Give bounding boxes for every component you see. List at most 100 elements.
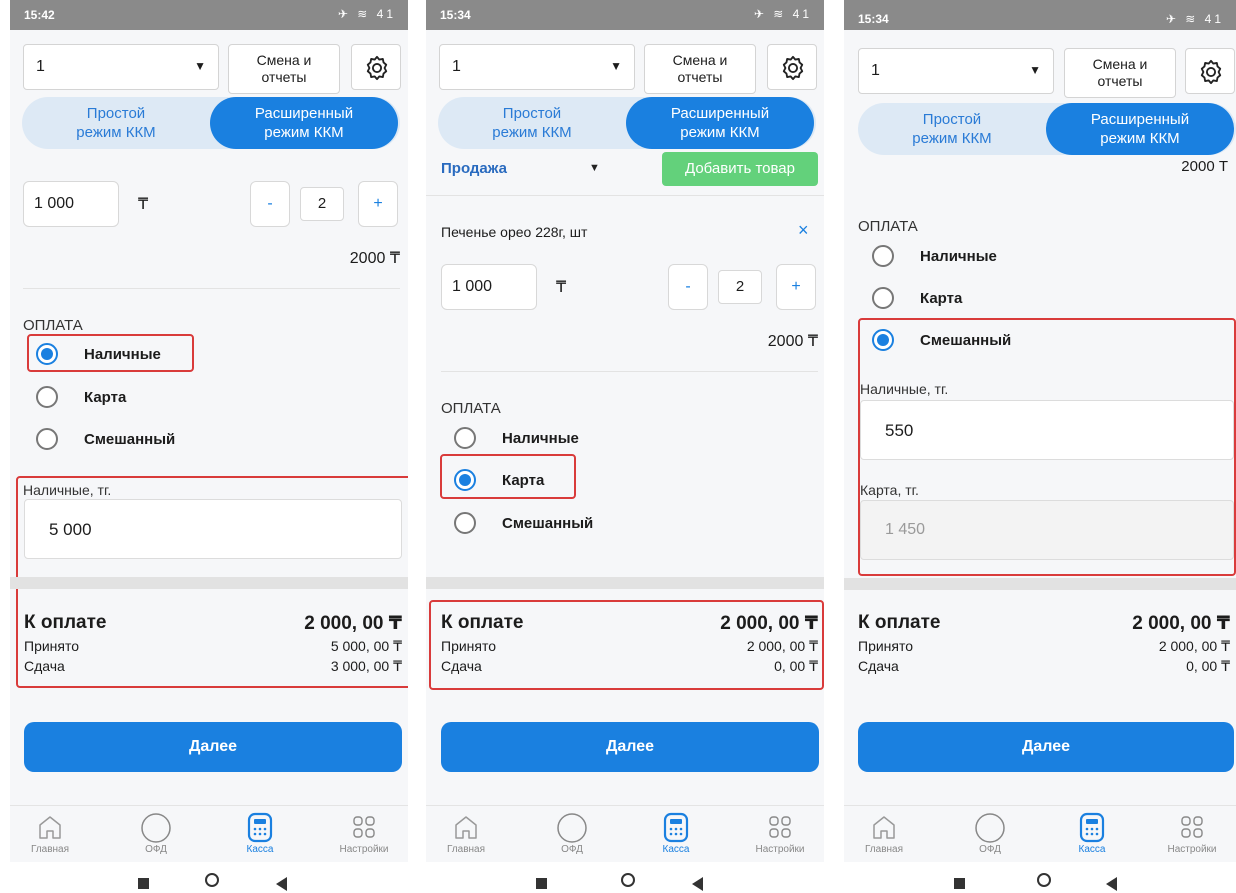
- radio-card[interactable]: Карта: [872, 283, 1072, 317]
- recents-icon[interactable]: [138, 878, 149, 889]
- section-divider: [426, 577, 824, 589]
- qty-value[interactable]: 2: [718, 270, 762, 304]
- cash-input[interactable]: 5 000: [24, 499, 402, 559]
- price-input[interactable]: 1 000: [441, 264, 537, 310]
- home-nav-icon[interactable]: [621, 873, 635, 887]
- android-nav-bar: [426, 862, 824, 893]
- advanced-mode-tab[interactable]: Расширенный режим ККМ: [210, 97, 398, 149]
- shift-label-line1: Смена и: [672, 52, 728, 68]
- kassa-select-value: 1: [452, 58, 461, 75]
- tab-kassa[interactable]: Касса: [636, 812, 716, 855]
- next-button[interactable]: Далее: [441, 722, 819, 772]
- shift-reports-button[interactable]: Смена и отчеты: [1064, 48, 1176, 98]
- kassa-select[interactable]: 1 ▼: [439, 44, 635, 90]
- advanced-mode-line2: режим ККМ: [680, 124, 760, 141]
- settings-button[interactable]: [1185, 48, 1235, 94]
- product-name: Печенье орео 228г, шт: [441, 224, 588, 240]
- home-nav-icon[interactable]: [1037, 873, 1051, 887]
- radio-mixed[interactable]: Смешанный: [454, 508, 654, 542]
- grid-icon: [353, 816, 375, 838]
- gear-icon: [782, 55, 804, 81]
- tab-settings[interactable]: Настройки: [1152, 812, 1232, 855]
- change-label: Сдача: [858, 658, 899, 674]
- settings-button[interactable]: [351, 44, 401, 90]
- tab-settings[interactable]: Настройки: [740, 812, 820, 855]
- shift-reports-button[interactable]: Смена и отчеты: [644, 44, 756, 94]
- tab-kassa[interactable]: Касса: [1052, 812, 1132, 855]
- shift-reports-button[interactable]: Смена и отчеты: [228, 44, 340, 94]
- back-icon[interactable]: [276, 877, 287, 891]
- tab-ofd[interactable]: ОФД: [532, 812, 612, 855]
- to-pay-value: 2 000, 00 ₸: [720, 613, 818, 634]
- radio-cash[interactable]: Наличные: [454, 423, 654, 457]
- advanced-mode-tab[interactable]: Расширенный режим ККМ: [626, 97, 814, 149]
- tab-home[interactable]: Главная: [844, 812, 924, 855]
- add-product-button[interactable]: Добавить товар: [662, 152, 818, 186]
- status-bar: 15:34 ✈ ≋ 41: [426, 0, 824, 30]
- tab-kassa[interactable]: Касса: [220, 812, 300, 855]
- back-icon[interactable]: [1106, 877, 1117, 891]
- divider: [441, 371, 818, 372]
- advanced-mode-line2: режим ККМ: [1100, 130, 1180, 147]
- radio-card[interactable]: Карта: [454, 465, 654, 499]
- close-icon[interactable]: ×: [798, 220, 809, 241]
- tab-label: Касса: [1078, 844, 1106, 855]
- qty-plus-button[interactable]: +: [776, 264, 816, 310]
- qty-minus-button[interactable]: -: [668, 264, 708, 310]
- kassa-select[interactable]: 1 ▼: [23, 44, 219, 90]
- grid-icon: [1181, 816, 1203, 838]
- change-value: 0, 00 ₸: [1186, 658, 1230, 674]
- home-icon: [39, 816, 61, 839]
- operation-select[interactable]: Продажа ▼: [441, 160, 601, 177]
- back-icon[interactable]: [692, 877, 703, 891]
- tab-ofd[interactable]: ОФД: [116, 812, 196, 855]
- radio-mixed[interactable]: Смешанный: [872, 325, 1072, 359]
- qty-plus-button[interactable]: +: [358, 181, 398, 227]
- radio-button: [872, 245, 894, 267]
- simple-mode-line1: Простой: [86, 105, 146, 122]
- radio-cash[interactable]: Наличные: [36, 339, 236, 373]
- simple-mode-tab[interactable]: Простой режим ККМ: [22, 97, 210, 149]
- advanced-mode-line1: Расширенный: [254, 105, 354, 122]
- next-button[interactable]: Далее: [858, 722, 1234, 772]
- tab-home[interactable]: Главная: [10, 812, 90, 855]
- kassa-select[interactable]: 1 ▼: [858, 48, 1054, 94]
- radio-label: Карта: [84, 389, 127, 406]
- tab-settings[interactable]: Настройки: [324, 812, 404, 855]
- card-input: 1 450: [860, 500, 1234, 560]
- simple-mode-tab[interactable]: Простой режим ККМ: [438, 97, 626, 149]
- next-button[interactable]: Далее: [24, 722, 402, 772]
- recents-icon[interactable]: [536, 878, 547, 889]
- radio-button-selected: [454, 469, 476, 491]
- settings-button[interactable]: [767, 44, 817, 90]
- cash-field-label: Наличные, тг.: [860, 381, 949, 397]
- radio-button: [36, 428, 58, 450]
- qty-value[interactable]: 2: [300, 187, 344, 221]
- recents-icon[interactable]: [954, 878, 965, 889]
- radio-mixed[interactable]: Смешанный: [36, 424, 236, 458]
- to-pay-label: К оплате: [858, 612, 941, 633]
- accepted-label: Принято: [24, 638, 80, 654]
- tab-label: Касса: [662, 844, 690, 855]
- tab-label: Настройки: [1167, 844, 1217, 855]
- tab-label: Настройки: [339, 844, 389, 855]
- ofd-circle-icon: [557, 813, 587, 843]
- radio-label: Смешанный: [502, 515, 594, 532]
- tab-home[interactable]: Главная: [426, 812, 506, 855]
- status-bar: 15:42 ✈ ≋ 41: [10, 0, 408, 30]
- simple-mode-tab[interactable]: Простой режим ККМ: [858, 103, 1046, 155]
- home-nav-icon[interactable]: [205, 873, 219, 887]
- price-input[interactable]: 1 000: [23, 181, 119, 227]
- cash-input[interactable]: 550: [860, 400, 1234, 460]
- tab-ofd[interactable]: ОФД: [950, 812, 1030, 855]
- shift-label-line2: отчеты: [261, 69, 307, 85]
- radio-cash[interactable]: Наличные: [872, 241, 1072, 275]
- qty-minus-button[interactable]: -: [250, 181, 290, 227]
- calculator-icon: [247, 812, 273, 843]
- home-icon: [455, 816, 477, 839]
- advanced-mode-tab[interactable]: Расширенный режим ККМ: [1046, 103, 1234, 155]
- radio-card[interactable]: Карта: [36, 382, 236, 416]
- section-divider: [10, 577, 408, 589]
- status-time: 15:42: [24, 8, 55, 22]
- tab-label: Настройки: [755, 844, 805, 855]
